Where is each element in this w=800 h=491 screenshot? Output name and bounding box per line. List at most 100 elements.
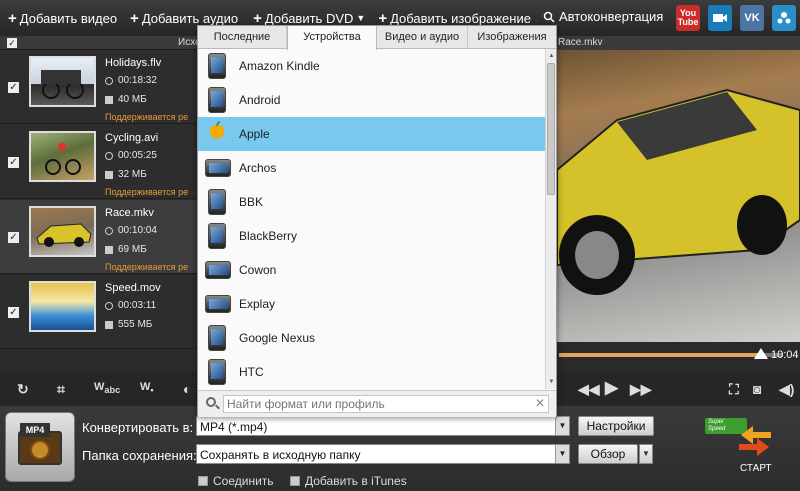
video-thumbnail (29, 206, 96, 257)
crop-icon[interactable]: ⌗ (57, 381, 65, 398)
snapshot-icon[interactable]: ◙ (753, 381, 761, 397)
apple-icon (208, 121, 226, 147)
folder-select[interactable]: Сохранять в исходную папку ▼ (196, 444, 570, 464)
add-image-button[interactable]: + Добавить изображение (378, 10, 531, 27)
convert-label: Конвертировать в: (82, 420, 194, 435)
kindle-icon (208, 53, 226, 79)
file-duration: 00:05:25 (105, 150, 157, 161)
add-audio-label: Добавить аудио (141, 10, 239, 26)
format-popup: Последние Устройства Видео и аудио Изобр… (197, 25, 557, 417)
timeline-progress (559, 353, 761, 357)
file-checkbox[interactable]: ✓ (8, 232, 19, 243)
format-search-input[interactable] (223, 395, 549, 413)
device-item-bbk[interactable]: BBK (198, 185, 545, 219)
list-item[interactable]: ✓ Speed.mov 00:03:11 555 МБ (0, 275, 197, 349)
scroll-down-icon[interactable]: ▼ (547, 377, 556, 387)
explay-icon (205, 295, 231, 313)
tab-devices[interactable]: Устройства (287, 26, 377, 50)
android-phone-icon (208, 87, 226, 113)
share-icon[interactable] (772, 5, 796, 31)
tab-images[interactable]: Изображения (468, 26, 556, 49)
list-item[interactable]: ✓ Holidays.flv 00:18:32 40 МБ Поддержива… (0, 50, 197, 124)
watermark-image-icon[interactable]: W▪ (140, 381, 154, 395)
device-item-cowon[interactable]: Cowon (198, 253, 545, 287)
file-name: Cycling.avi (105, 132, 159, 144)
device-item-android[interactable]: Android (198, 83, 545, 117)
device-item-htc[interactable]: HTC (198, 355, 545, 389)
disk-icon (105, 320, 113, 329)
timeline-handle[interactable] (754, 348, 768, 359)
video-share-icon[interactable] (708, 5, 732, 31)
itunes-checkbox[interactable]: Добавить в iTunes (290, 474, 407, 488)
plus-icon: + (8, 9, 17, 27)
list-item[interactable]: ✓ Race.mkv 00:10:04 69 МБ Поддерживается… (0, 200, 197, 274)
clock-icon (105, 226, 113, 235)
start-button[interactable] (735, 426, 775, 456)
plus-icon: + (130, 9, 139, 27)
device-item-google-nexus[interactable]: Google Nexus (198, 321, 545, 355)
join-label: Соединить (213, 474, 274, 488)
clock-icon (105, 151, 113, 160)
fullscreen-icon[interactable]: ⛶ (729, 381, 739, 398)
device-list-scrollbar[interactable]: ▲ ▼ (545, 49, 556, 389)
chevron-down-icon[interactable]: ▼ (555, 445, 569, 463)
device-label: Amazon Kindle (239, 59, 320, 73)
duration-value: 00:10:04 (118, 225, 157, 236)
support-note: Поддерживается ре (105, 112, 189, 122)
add-dvd-button[interactable]: + Добавить DVD ▼ (253, 10, 365, 27)
device-item-blackberry[interactable]: BlackBerry (198, 219, 545, 253)
size-value: 32 МБ (118, 169, 147, 180)
itunes-label: Добавить в iTunes (305, 474, 407, 488)
popup-tabs: Последние Устройства Видео и аудио Изобр… (198, 26, 556, 50)
settings-button[interactable]: Настройки (578, 416, 654, 436)
tab-recent[interactable]: Последние (198, 26, 287, 49)
browse-dropdown-button[interactable]: ▼ (639, 444, 653, 464)
disk-icon (105, 170, 113, 179)
file-checkbox[interactable]: ✓ (8, 307, 19, 318)
format-value: MP4 (*.mp4) (200, 420, 268, 434)
vk-label: VK (744, 12, 760, 24)
blackberry-icon (208, 223, 226, 249)
vk-icon[interactable]: VK (740, 5, 764, 31)
plus-icon: + (253, 9, 262, 27)
add-video-label: Добавить видео (19, 10, 118, 26)
file-name: Holidays.flv (105, 57, 162, 69)
rotate-icon[interactable]: ↻ (17, 381, 29, 398)
device-label: Android (239, 93, 281, 107)
device-label: Cowon (239, 263, 277, 277)
chevron-down-icon[interactable]: ▼ (555, 417, 569, 435)
select-all-checkbox[interactable]: ✓ (7, 38, 17, 48)
browse-button[interactable]: Обзор (578, 444, 638, 464)
scrollbar-thumb[interactable] (547, 63, 555, 195)
file-duration: 00:03:11 (105, 300, 156, 311)
rewind-icon[interactable]: ◀◀ (578, 381, 600, 398)
play-icon[interactable]: ▶ (605, 378, 618, 398)
file-checkbox[interactable]: ✓ (8, 157, 19, 168)
join-checkbox[interactable]: Соединить (198, 474, 274, 488)
device-item-explay[interactable]: Explay (198, 287, 545, 321)
add-audio-button[interactable]: + Добавить аудио (130, 10, 238, 27)
youtube-icon[interactable]: You Tube (676, 5, 700, 31)
tab-video-audio[interactable]: Видео и аудио (377, 26, 468, 49)
forward-icon[interactable]: ▶▶ (630, 381, 652, 398)
duration-value: 00:03:11 (118, 300, 157, 311)
format-icon[interactable]: MP4 (5, 412, 75, 482)
device-item-amazon-kindle[interactable]: Amazon Kindle (198, 49, 545, 83)
video-preview[interactable] (557, 50, 800, 342)
support-note: Поддерживается ре (105, 187, 189, 197)
format-select[interactable]: MP4 (*.mp4) Super Speed ▼ (196, 416, 747, 436)
autoconvert-button[interactable]: Автоконвертация (543, 9, 663, 24)
add-video-button[interactable]: + Добавить видео (8, 10, 117, 27)
clear-icon[interactable]: ✕ (535, 396, 545, 410)
file-size: 69 МБ (105, 244, 147, 255)
device-item-archos[interactable]: Archos (198, 151, 545, 185)
nexus-icon (208, 325, 226, 351)
file-checkbox[interactable]: ✓ (8, 82, 19, 93)
timeline[interactable]: 10:04 (557, 342, 800, 372)
device-item-apple[interactable]: Apple (198, 117, 545, 151)
volume-icon[interactable]: ◀) (779, 381, 794, 398)
watermark-text-icon[interactable]: Wabc (94, 381, 120, 395)
effects-icon[interactable]: ◐ (183, 381, 191, 397)
list-item[interactable]: ✓ Cycling.avi 00:05:25 32 МБ Поддерживае… (0, 125, 197, 199)
scroll-up-icon[interactable]: ▲ (547, 51, 556, 61)
